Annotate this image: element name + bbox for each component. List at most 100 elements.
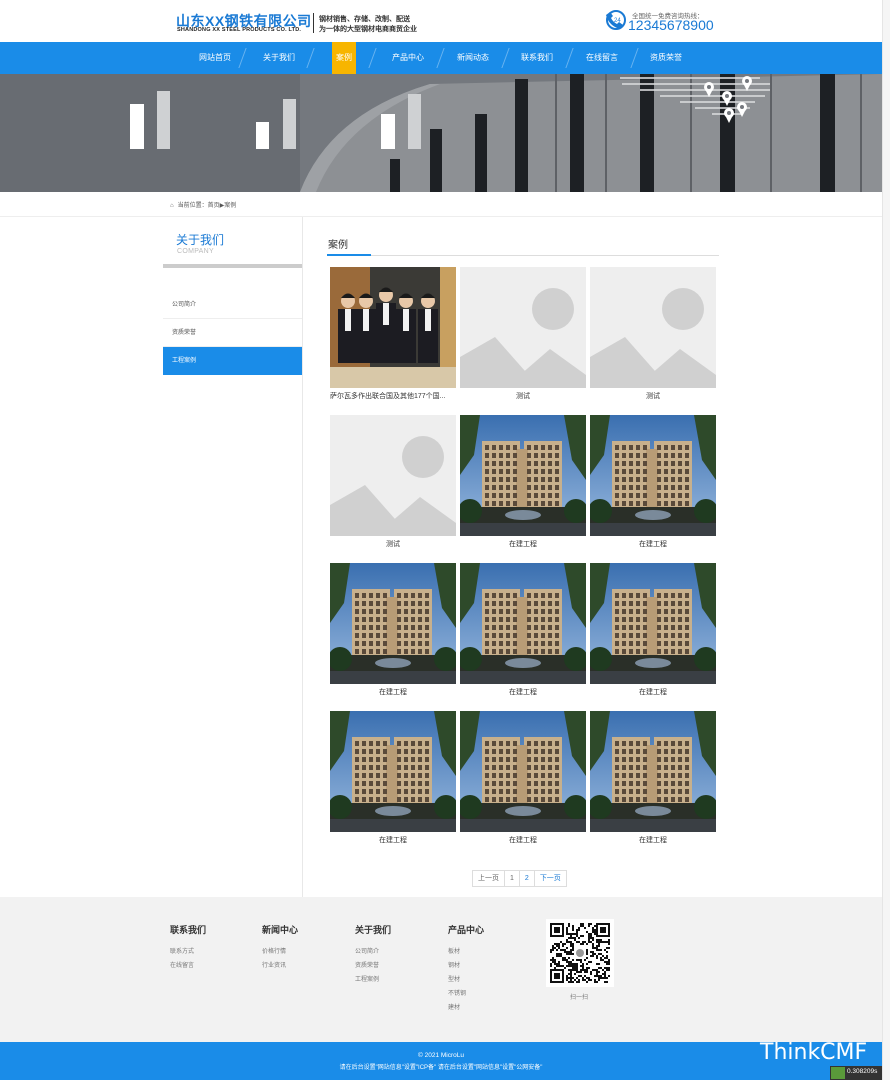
building-photo[interactable]: [590, 415, 716, 536]
nav-item-about[interactable]: 关于我们: [260, 42, 298, 74]
footer-link[interactable]: 工程案例: [355, 974, 379, 983]
debug-timer[interactable]: 0.308209s: [830, 1066, 882, 1080]
footer-link[interactable]: 公司简介: [355, 946, 379, 955]
case-card-caption[interactable]: 在建工程: [330, 684, 456, 702]
site-header: 山东XX钢铁有限公司 SHANDONG XX STEEL PRODUCTS CO…: [0, 0, 882, 42]
sidebar-title: 关于我们: [176, 233, 225, 247]
case-card[interactable]: 在建工程: [330, 711, 456, 850]
case-card[interactable]: 在建工程: [590, 711, 716, 850]
footer-col-contact-title[interactable]: 联系我们: [170, 923, 206, 936]
content-divider: [302, 217, 303, 897]
footer-link[interactable]: 不锈钢: [448, 988, 466, 997]
home-icon: ⌂: [170, 203, 174, 209]
case-card-caption[interactable]: 在建工程: [460, 684, 586, 702]
building-photo[interactable]: [590, 563, 716, 684]
logo-divider: [313, 13, 314, 33]
footer-link[interactable]: 建材: [448, 1002, 460, 1011]
case-card[interactable]: 在建工程: [460, 563, 586, 702]
slogan-line-1: 钢材销售、存储、改制、配送: [319, 16, 410, 23]
copyright-text: © 2021 MicroLu: [418, 1052, 464, 1059]
nav-item-news[interactable]: 新闻动态: [454, 42, 492, 74]
case-card-caption[interactable]: 在建工程: [590, 536, 716, 554]
sidebar-subtitle: COMPANY: [177, 248, 214, 255]
hero-banner: [0, 74, 882, 192]
banner-image: [0, 74, 882, 192]
placeholder-image[interactable]: [590, 267, 716, 388]
footer-link[interactable]: 钢材: [448, 960, 460, 969]
copyright-bar: [0, 1042, 882, 1080]
nav-item-message[interactable]: 在线留言: [583, 42, 621, 74]
page-2-button[interactable]: 2: [520, 871, 535, 886]
footer-col-news-title[interactable]: 新闻中心: [262, 923, 298, 936]
page-scrollbar[interactable]: [882, 0, 890, 1080]
breadcrumb-home[interactable]: 首页: [208, 203, 220, 209]
building-photo[interactable]: [460, 563, 586, 684]
footer-col-about-title[interactable]: 关于我们: [355, 923, 391, 936]
page-1-button[interactable]: 1: [505, 871, 520, 886]
team-photo[interactable]: [330, 267, 456, 388]
nav-item-products[interactable]: 产品中心: [389, 42, 427, 74]
building-photo[interactable]: [460, 415, 586, 536]
case-card-caption[interactable]: 在建工程: [460, 832, 586, 850]
case-card[interactable]: 在建工程: [590, 415, 716, 554]
case-card[interactable]: 在建工程: [460, 711, 586, 850]
pagination: 上一页 1 2 下一页: [472, 870, 567, 887]
footer-link[interactable]: 联系方式: [170, 946, 194, 955]
slogan-line-2: 为一体的大型钢材电商商贸企业: [319, 26, 417, 33]
footer-link[interactable]: 资质荣誉: [355, 960, 379, 969]
title-underline-accent: [327, 254, 371, 256]
sidebar-item-company-intro[interactable]: 公司简介: [163, 291, 302, 319]
sidebar-item-honors[interactable]: 资质荣誉: [163, 319, 302, 347]
sidebar-item-projects[interactable]: 工程案例: [163, 347, 302, 375]
case-card[interactable]: 在建工程: [590, 563, 716, 702]
case-card[interactable]: 测试: [590, 267, 716, 406]
breadcrumb-divider: [0, 216, 882, 217]
nav-item-home[interactable]: 网站首页: [196, 42, 234, 74]
case-card-caption[interactable]: 测试: [330, 536, 456, 554]
nav-item-honors[interactable]: 资质荣誉: [647, 42, 685, 74]
footer-link[interactable]: 在线留言: [170, 960, 194, 969]
case-card[interactable]: 萨尔瓦多作出联合国及其他177个国...: [330, 267, 456, 406]
case-card-caption[interactable]: 测试: [590, 388, 716, 406]
placeholder-image[interactable]: [330, 415, 456, 536]
case-card[interactable]: 测试: [460, 267, 586, 406]
case-card-caption[interactable]: 在建工程: [460, 536, 586, 554]
thinkcmf-brand: ThinkCMF: [760, 1040, 868, 1065]
qr-code: [546, 919, 614, 987]
building-photo[interactable]: [330, 563, 456, 684]
qr-code-image: [546, 919, 614, 987]
hotline-number[interactable]: 12345678900: [628, 17, 714, 33]
svg-text:24: 24: [614, 18, 621, 24]
footer-link[interactable]: 行业资讯: [262, 960, 286, 969]
case-card-caption[interactable]: 在建工程: [590, 684, 716, 702]
icp-note: 请在后台设置"网站信息"设置"ICP备" 请在后台设置"网站信息"设置"公网安备…: [339, 1065, 543, 1071]
nav-item-contact[interactable]: 联系我们: [518, 42, 556, 74]
company-name-en: SHANDONG XX STEEL PRODUCTS CO. LTD.: [177, 27, 302, 33]
footer-link[interactable]: 板材: [448, 946, 460, 955]
footer-link[interactable]: 价格行情: [262, 946, 286, 955]
case-card[interactable]: 在建工程: [330, 563, 456, 702]
building-photo[interactable]: [330, 711, 456, 832]
qr-caption: 扫一扫: [570, 995, 589, 1001]
prev-page-button[interactable]: 上一页: [473, 871, 505, 886]
main-nav: 网站首页 关于我们 案例 产品中心 新闻动态 联系我们 在线留言 资质荣誉: [0, 42, 882, 74]
case-card-caption[interactable]: 测试: [460, 388, 586, 406]
page-title: 案例: [328, 240, 348, 251]
case-card[interactable]: 测试: [330, 415, 456, 554]
building-photo[interactable]: [460, 711, 586, 832]
next-page-button[interactable]: 下一页: [535, 871, 566, 886]
building-photo[interactable]: [590, 711, 716, 832]
case-card[interactable]: 在建工程: [460, 415, 586, 554]
case-card-caption[interactable]: 在建工程: [590, 832, 716, 850]
nav-item-cases[interactable]: 案例: [332, 42, 356, 74]
title-underline: [327, 255, 719, 256]
case-card-caption[interactable]: 萨尔瓦多作出联合国及其他177个国...: [330, 388, 456, 406]
case-card-caption[interactable]: 在建工程: [330, 832, 456, 850]
footer-col-products-title[interactable]: 产品中心: [448, 923, 484, 936]
phone-24h-icon: 24: [606, 10, 626, 30]
sidebar-title-bar: [163, 264, 302, 268]
footer-link[interactable]: 型材: [448, 974, 460, 983]
debug-timer-value: 0.308209s: [847, 1068, 878, 1075]
breadcrumb-current[interactable]: 案例: [224, 203, 236, 209]
placeholder-image[interactable]: [460, 267, 586, 388]
